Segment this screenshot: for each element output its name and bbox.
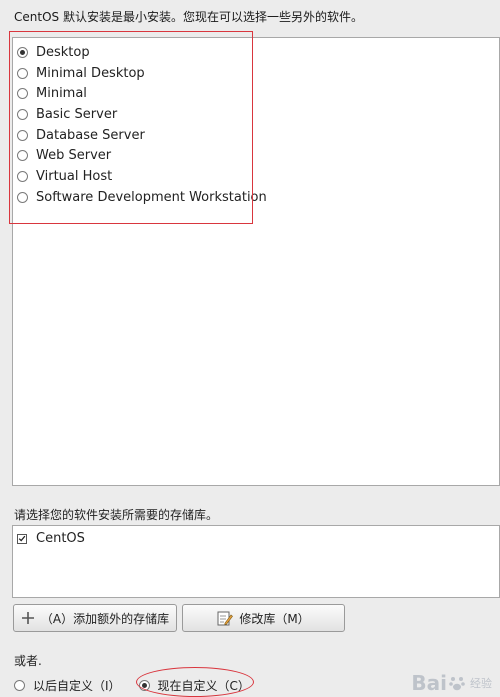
or-label: 或者.: [14, 654, 42, 668]
add-repo-button[interactable]: （A）添加额外的存储库: [13, 604, 177, 632]
plus-icon: [21, 611, 35, 625]
watermark-brand: Bai: [411, 671, 447, 695]
watermark-suffix: 经验: [470, 677, 492, 690]
radio-virtual-host[interactable]: Virtual Host: [17, 166, 267, 187]
add-repo-label: （A）添加额外的存储库: [40, 611, 170, 626]
radio-indicator[interactable]: [138, 679, 150, 691]
radio-label: Web Server: [36, 148, 112, 164]
radio-indicator[interactable]: [17, 46, 28, 58]
repo-label: CentOS: [36, 531, 85, 546]
edit-icon: [217, 610, 234, 626]
radio-label: 现在自定义（C）: [157, 678, 250, 693]
radio-label: Basic Server: [36, 106, 118, 122]
radio-label: Database Server: [36, 127, 145, 143]
radio-label: Minimal: [36, 86, 87, 102]
watermark: Bai 经验: [411, 671, 492, 695]
radio-customize-later[interactable]: 以后自定义（I）: [14, 675, 121, 696]
radio-basic-server[interactable]: Basic Server: [17, 104, 267, 125]
radio-indicator[interactable]: [17, 67, 28, 79]
radio-software-development-workstation[interactable]: Software Development Workstation: [17, 187, 267, 208]
repo-prompt: 请选择您的软件安装所需要的存储库。: [14, 508, 219, 522]
radio-indicator[interactable]: [17, 108, 28, 120]
radio-indicator[interactable]: [17, 191, 28, 203]
repo-list[interactable]: CentOS: [12, 525, 500, 598]
install-group-list[interactable]: Desktop Minimal Desktop Minimal Basic Se…: [12, 37, 500, 486]
repo-item-centos[interactable]: CentOS: [17, 531, 85, 546]
radio-indicator[interactable]: [17, 129, 28, 141]
intro-text: CentOS 默认安装是最小安装。您现在可以选择一些另外的软件。: [14, 10, 363, 24]
radio-indicator[interactable]: [14, 679, 25, 691]
radio-minimal-desktop[interactable]: Minimal Desktop: [17, 63, 267, 84]
radio-customize-now[interactable]: 现在自定义（C）: [138, 675, 250, 696]
radio-label: Software Development Workstation: [36, 189, 267, 205]
radio-label: Virtual Host: [36, 168, 113, 184]
checkmark-icon: [18, 535, 26, 542]
customize-options: 以后自定义（I） 现在自定义（C）: [14, 675, 268, 696]
radio-desktop[interactable]: Desktop: [17, 42, 267, 63]
radio-web-server[interactable]: Web Server: [17, 145, 267, 166]
paw-icon: [449, 677, 465, 691]
checkbox[interactable]: [17, 533, 27, 544]
radio-database-server[interactable]: Database Server: [17, 125, 267, 146]
radio-indicator[interactable]: [17, 150, 28, 162]
radio-label: 以后自定义（I）: [33, 678, 121, 693]
radio-label: Minimal Desktop: [36, 65, 145, 81]
radio-label: Desktop: [36, 44, 90, 60]
radio-indicator[interactable]: [17, 88, 28, 100]
radio-indicator[interactable]: [17, 170, 28, 182]
radio-minimal[interactable]: Minimal: [17, 83, 267, 104]
modify-repo-button[interactable]: 修改库（M）: [182, 604, 345, 632]
modify-repo-label: 修改库（M）: [239, 611, 310, 626]
